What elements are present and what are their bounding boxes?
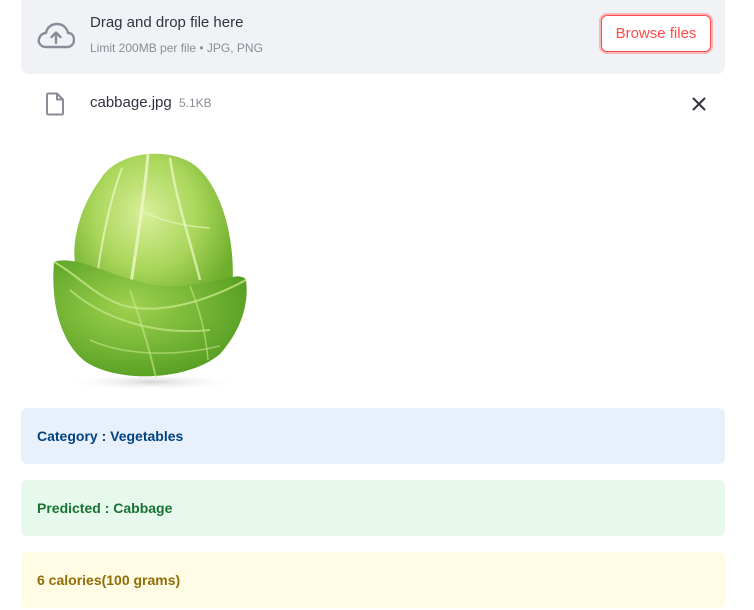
file-size: 5.1KB: [179, 96, 212, 110]
calories-warning-alert: 6 calories(100 grams): [21, 552, 725, 608]
cloud-upload-icon: [37, 22, 75, 49]
prediction-success-alert: Predicted : Cabbage: [21, 480, 725, 536]
file-icon: [46, 92, 64, 116]
remove-file-button[interactable]: [687, 92, 711, 116]
uploaded-image-cabbage: [53, 153, 247, 391]
uploaded-file-row: cabbage.jpg 5.1KB: [21, 84, 725, 124]
app-main: Drag and drop file here Limit 200MB per …: [0, 0, 754, 610]
browse-files-button[interactable]: Browse files: [601, 15, 711, 52]
dropzone-title: Drag and drop file here: [90, 14, 244, 31]
category-info-alert: Category : Vegetables: [21, 408, 725, 464]
dropzone-limit-text: Limit 200MB per file • JPG, PNG: [90, 41, 263, 55]
close-icon: [692, 97, 706, 111]
file-dropzone[interactable]: Drag and drop file here Limit 200MB per …: [21, 0, 725, 74]
file-name: cabbage.jpg: [90, 94, 172, 111]
